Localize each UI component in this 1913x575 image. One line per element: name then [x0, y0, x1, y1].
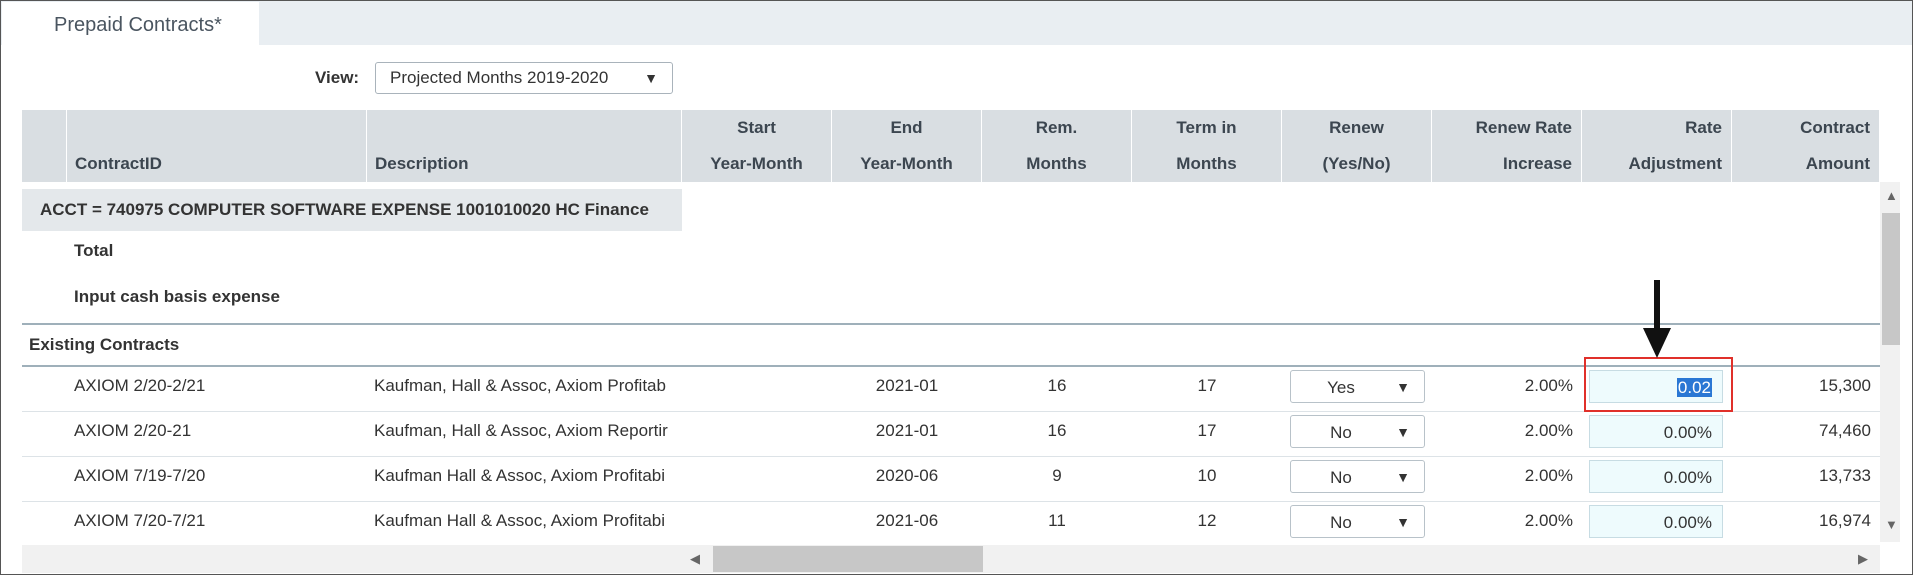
- cell-description: Kaufman Hall & Assoc, Axiom Profitabi: [374, 511, 666, 530]
- renew-dropdown[interactable]: Yes ▼: [1290, 370, 1425, 403]
- cell-renew-rate: 2.00%: [1524, 421, 1573, 440]
- col-header-term[interactable]: Term in Months: [1132, 110, 1282, 182]
- renew-dropdown[interactable]: No ▼: [1290, 415, 1425, 448]
- col-header-rem-l2: Months: [1026, 154, 1087, 173]
- view-label: View:: [315, 68, 360, 87]
- renew-dropdown[interactable]: No ▼: [1290, 505, 1425, 538]
- chevron-down-icon: ▼: [1396, 469, 1410, 485]
- renew-dropdown-value: No: [1330, 468, 1352, 487]
- col-header-contractid[interactable]: ContractID: [67, 110, 367, 182]
- col-header-end[interactable]: End Year-Month: [832, 110, 982, 182]
- col-header-end-l1: End: [890, 118, 923, 137]
- col-header-renew-rate-l2: Increase: [1503, 154, 1572, 173]
- cell-rem-months: 16: [1047, 376, 1067, 395]
- cell-end: 2021-06: [875, 511, 939, 530]
- col-header-start-l1: Start: [737, 118, 776, 137]
- cell-end: 2021-01: [875, 421, 939, 440]
- cell-description: Kaufman Hall & Assoc, Axiom Profitabi: [374, 466, 666, 485]
- section-divider-top: [22, 323, 1880, 325]
- annotation-red-box: [1584, 357, 1733, 412]
- col-header-contract-amount[interactable]: Contract Amount: [1732, 110, 1880, 182]
- col-header-description[interactable]: Description: [367, 110, 682, 182]
- scroll-right-icon[interactable]: ▶: [1858, 551, 1868, 567]
- cell-end: 2021-01: [875, 376, 939, 395]
- down-arrow-icon: [1643, 280, 1671, 358]
- cell-renew-rate: 2.00%: [1524, 376, 1573, 395]
- col-header-rem-months[interactable]: Rem. Months: [982, 110, 1132, 182]
- cell-rem-months: 16: [1047, 421, 1067, 440]
- cell-description: Kaufman, Hall & Assoc, Axiom Profitab: [374, 376, 666, 395]
- col-header-term-l2: Months: [1176, 154, 1237, 173]
- section-existing-contracts: Existing Contracts: [29, 335, 180, 354]
- cell-term: 17: [1197, 376, 1217, 395]
- col-header-start-l2: Year-Month: [710, 154, 803, 173]
- col-header-renew-l1: Renew: [1329, 118, 1384, 137]
- col-header-contractid-label: ContractID: [75, 154, 162, 173]
- cell-term: 10: [1197, 466, 1217, 485]
- cell-amount: 15,300: [1819, 376, 1871, 395]
- tab-bar: Prepaid Contracts*: [1, 1, 1912, 45]
- renew-dropdown-value: No: [1330, 513, 1352, 532]
- tab-prepaid-contracts[interactable]: Prepaid Contracts*: [2, 2, 259, 45]
- col-header-renew-rate[interactable]: Renew Rate Increase: [1432, 110, 1582, 182]
- view-dropdown[interactable]: Projected Months 2019-2020 ▼: [375, 62, 673, 94]
- cell-amount: 74,460: [1819, 421, 1871, 440]
- cell-rem-months: 11: [1048, 511, 1066, 530]
- contracts-grid: ContractID Description Start Year-Month …: [22, 110, 1880, 542]
- scroll-up-icon[interactable]: ▲: [1885, 188, 1898, 203]
- rate-adjustment-input[interactable]: 0.00%: [1589, 505, 1723, 538]
- row-selector-header: [22, 110, 67, 182]
- col-header-amount-l1: Contract: [1800, 118, 1870, 137]
- horizontal-scroll-thumb[interactable]: [713, 546, 983, 572]
- col-header-end-l2: Year-Month: [860, 154, 953, 173]
- col-header-rate-adjustment[interactable]: Rate Adjustment: [1582, 110, 1732, 182]
- cell-contract-id: AXIOM 2/20-2/21: [74, 376, 206, 395]
- account-group-header: ACCT = 740975 COMPUTER SOFTWARE EXPENSE …: [22, 189, 682, 231]
- col-header-renew-rate-l1: Renew Rate: [1475, 118, 1572, 137]
- cell-contract-id: AXIOM 7/19-7/20: [74, 466, 206, 485]
- view-dropdown-value: Projected Months 2019-2020: [390, 68, 609, 87]
- cash-basis-label: Input cash basis expense: [74, 287, 280, 306]
- grid-header: ContractID Description Start Year-Month …: [22, 110, 1880, 182]
- col-header-term-l1: Term in: [1176, 118, 1237, 137]
- scroll-down-icon[interactable]: ▼: [1885, 517, 1898, 532]
- renew-dropdown-value: Yes: [1327, 378, 1355, 397]
- rate-adjustment-input[interactable]: 0.00%: [1589, 460, 1723, 493]
- rate-adjustment-input[interactable]: 0.00%: [1589, 415, 1723, 448]
- cell-renew-rate: 2.00%: [1524, 466, 1573, 485]
- cell-renew-rate: 2.00%: [1524, 511, 1573, 530]
- row-divider: [22, 456, 1880, 457]
- col-header-amount-l2: Amount: [1805, 154, 1870, 173]
- renew-dropdown-value: No: [1330, 423, 1352, 442]
- col-header-renew[interactable]: Renew (Yes/No): [1282, 110, 1432, 182]
- col-header-rem-l1: Rem.: [1035, 118, 1078, 137]
- cell-end: 2020-06: [875, 466, 939, 485]
- col-header-description-label: Description: [375, 154, 469, 173]
- chevron-down-icon: ▼: [1396, 379, 1410, 395]
- cell-rem-months: 9: [1052, 466, 1062, 485]
- col-header-rate-adj-l1: Rate: [1685, 118, 1722, 137]
- vertical-scroll-thumb[interactable]: [1882, 213, 1900, 345]
- cell-contract-id: AXIOM 7/20-7/21: [74, 511, 206, 530]
- col-header-start[interactable]: Start Year-Month: [682, 110, 832, 182]
- chevron-down-icon: ▼: [644, 70, 658, 86]
- cell-description: Kaufman, Hall & Assoc, Axiom Reportir: [374, 421, 668, 440]
- chevron-down-icon: ▼: [1396, 424, 1410, 440]
- scroll-left-icon[interactable]: ◀: [690, 551, 700, 567]
- chevron-down-icon: ▼: [1396, 514, 1410, 530]
- cell-term: 12: [1197, 511, 1217, 530]
- col-header-rate-adj-l2: Adjustment: [1628, 154, 1723, 173]
- cell-amount: 13,733: [1819, 466, 1871, 485]
- cell-contract-id: AXIOM 2/20-21: [74, 421, 192, 440]
- row-divider: [22, 501, 1880, 502]
- renew-dropdown[interactable]: No ▼: [1290, 460, 1425, 493]
- col-header-renew-l2: (Yes/No): [1322, 154, 1391, 173]
- total-label: Total: [74, 241, 114, 260]
- cell-term: 17: [1197, 421, 1217, 440]
- cell-amount: 16,974: [1819, 511, 1871, 530]
